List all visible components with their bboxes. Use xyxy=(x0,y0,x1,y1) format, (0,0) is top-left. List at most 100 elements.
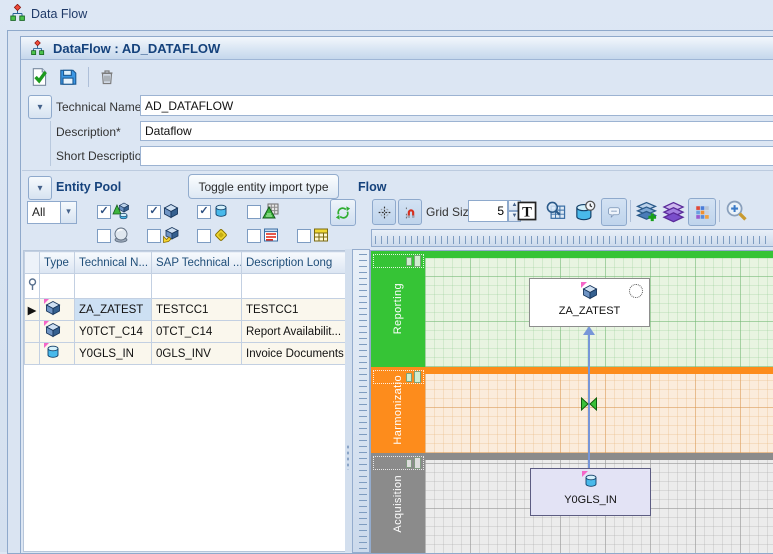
cell-sap-technical[interactable]: TESTCC1 xyxy=(152,299,242,321)
transformation-bowtie-icon[interactable] xyxy=(580,397,598,411)
description-label: Description* xyxy=(56,125,121,139)
datastore-icon xyxy=(582,472,600,490)
datasource-icon xyxy=(262,226,280,244)
infoobject-icon xyxy=(112,226,130,244)
snap-grid-button[interactable] xyxy=(372,199,396,225)
lane-harmonization: Harmonizatio xyxy=(371,367,773,453)
comments-button[interactable] xyxy=(601,198,627,226)
validate-button[interactable] xyxy=(30,67,50,87)
horizontal-ruler xyxy=(371,229,773,247)
open-hub-checkbox[interactable] xyxy=(297,229,311,243)
toggle-entity-import-type-button[interactable]: Toggle entity import type xyxy=(188,174,339,199)
table-row[interactable]: Y0GLS_IN 0GLS_INV Invoice Documents xyxy=(25,343,347,365)
multiprovider-icon xyxy=(112,202,130,220)
infocube-checkbox[interactable] xyxy=(147,205,161,219)
flow-canvas[interactable]: Reporting Harmonizatio Acquisition ZA_ZA… xyxy=(370,250,773,553)
datastore-icon xyxy=(44,343,62,361)
cell-technical-name[interactable]: Y0TCT_C14 xyxy=(75,321,152,343)
col-sap-technical[interactable]: SAP Technical ... xyxy=(152,252,242,274)
panel-header: DataFlow : AD_DATAFLOW xyxy=(21,37,773,60)
filter-cell-type[interactable] xyxy=(40,274,75,299)
type-filter-dropdown[interactable]: All ▾ xyxy=(27,201,77,224)
snap-grid-icon xyxy=(377,205,392,220)
col-type[interactable]: Type xyxy=(40,252,75,274)
save-button[interactable] xyxy=(58,67,78,87)
dataflow-window: { "window": { "title": "Data Flow", "ico… xyxy=(0,0,773,552)
zoom-in-button[interactable] xyxy=(725,199,748,222)
grid-size-input[interactable] xyxy=(468,200,508,222)
open-hub-icon xyxy=(312,226,330,244)
cell-description[interactable]: TESTCC1 xyxy=(242,299,347,321)
col-description-long[interactable]: Description Long xyxy=(242,252,347,274)
text-tool-button[interactable]: T xyxy=(516,200,538,222)
infoset-icon xyxy=(212,226,230,244)
cell-description[interactable]: Invoice Documents xyxy=(242,343,347,365)
datastore-checkbox[interactable] xyxy=(197,205,211,219)
table-filter-row xyxy=(25,274,347,299)
node-label: Y0GLS_IN xyxy=(564,494,617,506)
datasource-checkbox[interactable] xyxy=(247,229,261,243)
filter-cell-description[interactable] xyxy=(242,274,347,299)
lane-handle[interactable] xyxy=(373,370,424,384)
technical-name-field[interactable] xyxy=(140,95,773,116)
table-row[interactable]: Y0TCT_C14 0TCT_C14 Report Availabilit... xyxy=(25,321,347,343)
lane-label: Harmonizatio xyxy=(392,375,404,445)
toolbar-separator xyxy=(88,67,89,87)
type-icon-cell xyxy=(40,321,75,343)
cell-sap-technical[interactable]: 0TCT_C14 xyxy=(152,321,242,343)
virtual-provider-icon xyxy=(162,226,180,244)
table-row[interactable]: ▶ ZA_ZATEST TESTCC1 TESTCC1 xyxy=(25,299,347,321)
infoobject-checkbox[interactable] xyxy=(97,229,111,243)
node-label: ZA_ZATEST xyxy=(559,305,621,317)
lane-handle[interactable] xyxy=(373,254,424,268)
filter-cell-technical[interactable] xyxy=(75,274,152,299)
infocube-icon xyxy=(581,283,599,301)
node-za-zatest[interactable]: ZA_ZATEST xyxy=(529,278,650,327)
panel-splitter[interactable] xyxy=(345,249,352,552)
grid-size-stepper[interactable]: ▲▼ xyxy=(468,200,521,222)
infocube-icon xyxy=(162,202,180,220)
chevron-down-icon: ▾ xyxy=(60,202,76,223)
multiprovider-checkbox[interactable] xyxy=(97,205,111,219)
row-selected-indicator: ▶ xyxy=(25,299,40,321)
node-y0gls-in[interactable]: Y0GLS_IN xyxy=(530,468,651,516)
form-collapse-button[interactable]: ▾ xyxy=(28,95,52,119)
color-grid-icon xyxy=(695,205,710,220)
type-icon-cell xyxy=(40,299,75,321)
layers-button[interactable] xyxy=(662,200,685,222)
cell-technical-name[interactable]: ZA_ZATEST xyxy=(75,299,152,321)
find-in-flow-button[interactable] xyxy=(545,200,567,222)
col-technical-name[interactable]: Technical N... xyxy=(75,252,152,274)
section-divider xyxy=(22,170,773,171)
status-dotted-circle-icon xyxy=(629,284,643,298)
form-indent-line xyxy=(50,121,51,166)
dataflow-hierarchy-icon xyxy=(9,4,27,22)
lane-handle[interactable] xyxy=(373,456,424,470)
aggregation-level-checkbox[interactable] xyxy=(247,205,261,219)
virtual-provider-checkbox[interactable] xyxy=(147,229,161,243)
add-layer-button[interactable] xyxy=(635,200,658,222)
window-title: Data Flow xyxy=(31,7,87,21)
infoset-checkbox[interactable] xyxy=(197,229,211,243)
color-legend-button[interactable] xyxy=(688,198,716,226)
cell-sap-technical[interactable]: 0GLS_INV xyxy=(152,343,242,365)
panel-title: DataFlow : AD_DATAFLOW xyxy=(53,41,220,56)
filter-pin-icon xyxy=(25,274,40,299)
cell-technical-name[interactable]: Y0GLS_IN xyxy=(75,343,152,365)
table-header-row: Type Technical N... SAP Technical ... De… xyxy=(25,252,347,274)
edge-arrowhead-icon xyxy=(583,326,595,335)
entity-pool-collapse-button[interactable]: ▾ xyxy=(28,176,52,200)
refresh-button[interactable] xyxy=(330,199,356,226)
short-description-label: Short Description xyxy=(56,149,148,163)
cell-description[interactable]: Report Availabilit... xyxy=(242,321,347,343)
datastore-icon xyxy=(212,202,230,220)
short-description-field[interactable] xyxy=(140,146,773,166)
snap-magnet-button[interactable] xyxy=(398,199,422,225)
delete-button[interactable] xyxy=(98,67,116,87)
type-filter-value: All xyxy=(28,202,60,223)
edit-data-button[interactable] xyxy=(573,200,596,222)
filter-cell-sap[interactable] xyxy=(152,274,242,299)
description-field[interactable] xyxy=(140,121,773,141)
technical-name-label: Technical Name* xyxy=(56,100,146,114)
entity-pool-title: Entity Pool xyxy=(56,180,121,194)
